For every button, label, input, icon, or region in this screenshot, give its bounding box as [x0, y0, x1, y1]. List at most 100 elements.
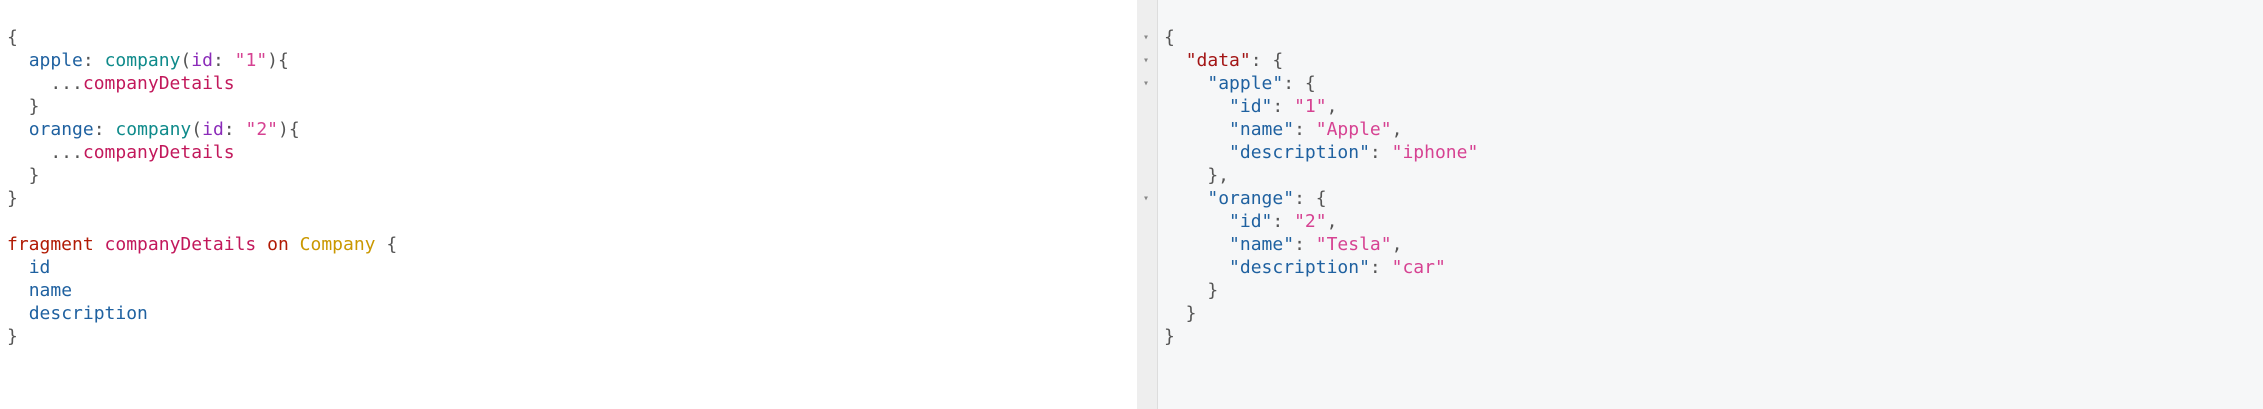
result-token	[1164, 234, 1229, 255]
query-token: ){	[278, 119, 300, 140]
query-token	[7, 119, 29, 140]
result-token	[1164, 50, 1186, 71]
graphiql-app: { apple: company(id: "1"){ ...companyDet…	[0, 0, 2263, 409]
query-line[interactable]: id	[7, 256, 397, 279]
result-token: {	[1164, 27, 1175, 48]
query-editor[interactable]: { apple: company(id: "1"){ ...companyDet…	[0, 0, 1137, 409]
result-token	[1164, 96, 1229, 117]
query-token: }	[7, 188, 18, 209]
query-token: ...	[7, 73, 83, 94]
result-line: "id": "1",	[1164, 95, 1478, 118]
query-token: }	[7, 326, 18, 347]
query-token: company	[104, 50, 181, 71]
result-token: :	[1369, 142, 1392, 163]
result-token: "iphone"	[1391, 142, 1479, 163]
query-line[interactable]: description	[7, 302, 397, 325]
query-line[interactable]: fragment companyDetails on Company {	[7, 233, 397, 256]
query-token: on	[267, 234, 289, 255]
result-token: "car"	[1391, 257, 1446, 278]
query-line[interactable]: }	[7, 164, 397, 187]
query-line[interactable]: ...companyDetails	[7, 72, 397, 95]
query-token: apple	[28, 50, 83, 71]
result-token	[1164, 73, 1207, 94]
result-gutter: ▾ ▾ ▾ ▾	[1137, 0, 1158, 409]
query-token: }	[7, 165, 40, 186]
query-line[interactable]: }	[7, 325, 397, 348]
result-token: "description"	[1229, 257, 1370, 278]
result-token: :	[1369, 257, 1392, 278]
fold-toggle-icon[interactable]: ▾	[1143, 72, 1153, 95]
query-line[interactable]	[7, 210, 397, 233]
result-token: ,	[1391, 119, 1403, 140]
query-token: fragment	[7, 234, 94, 255]
query-token	[289, 234, 300, 255]
query-line[interactable]: {	[7, 26, 397, 49]
result-token: }	[1164, 326, 1175, 347]
query-code[interactable]: { apple: company(id: "1"){ ...companyDet…	[7, 26, 397, 348]
query-line[interactable]: }	[7, 187, 397, 210]
query-token: "1"	[234, 50, 268, 71]
result-token: "Tesla"	[1315, 234, 1392, 255]
result-line: {	[1164, 26, 1478, 49]
result-token: :	[1272, 211, 1295, 232]
result-line: "description": "car"	[1164, 256, 1478, 279]
fold-toggle-icon[interactable]: ▾	[1143, 26, 1153, 49]
query-token	[256, 234, 267, 255]
query-line[interactable]: }	[7, 95, 397, 118]
result-token: "Apple"	[1315, 119, 1392, 140]
query-line[interactable]: apple: company(id: "1"){	[7, 49, 397, 72]
result-token: "description"	[1229, 142, 1370, 163]
result-line: "id": "2",	[1164, 210, 1478, 233]
query-line[interactable]: orange: company(id: "2"){	[7, 118, 397, 141]
query-token: :	[82, 50, 105, 71]
result-token: },	[1164, 165, 1230, 186]
result-token: "apple"	[1207, 73, 1284, 94]
result-line: },	[1164, 164, 1478, 187]
result-line: }	[1164, 302, 1478, 325]
query-token: id	[28, 257, 51, 278]
result-token	[1164, 211, 1229, 232]
result-token: : {	[1283, 73, 1316, 94]
query-token	[7, 303, 29, 324]
result-token: :	[1294, 119, 1316, 140]
result-token: }	[1164, 303, 1197, 324]
result-token: ,	[1391, 234, 1403, 255]
result-line: "name": "Apple",	[1164, 118, 1478, 141]
result-token: :	[1294, 234, 1316, 255]
query-token: orange	[28, 119, 94, 140]
query-line[interactable]: name	[7, 279, 397, 302]
query-token	[7, 280, 29, 301]
result-token: "id"	[1229, 211, 1273, 232]
result-line: "name": "Tesla",	[1164, 233, 1478, 256]
result-code: { "data": { "apple": { "id": "1", "name"…	[1164, 26, 1478, 348]
query-token: name	[28, 280, 73, 301]
query-token: companyDetails	[82, 73, 235, 94]
result-token	[1164, 188, 1207, 209]
result-token: : {	[1250, 50, 1284, 71]
query-token	[7, 257, 29, 278]
query-token	[7, 50, 29, 71]
query-line[interactable]: ...companyDetails	[7, 141, 397, 164]
result-line: }	[1164, 279, 1478, 302]
query-token: (	[191, 119, 203, 140]
fold-toggle-icon[interactable]: ▾	[1143, 187, 1153, 210]
result-token: ,	[1326, 211, 1338, 232]
query-token: description	[28, 303, 148, 324]
result-token: "1"	[1294, 96, 1327, 117]
fold-toggle-icon[interactable]: ▾	[1143, 49, 1153, 72]
result-token	[1164, 142, 1229, 163]
result-token	[1164, 257, 1229, 278]
query-token: (	[180, 50, 192, 71]
query-token: id	[202, 119, 224, 140]
result-line: "data": {	[1164, 49, 1478, 72]
query-token: ){	[267, 50, 289, 71]
result-line: "orange": {	[1164, 187, 1478, 210]
result-token: "orange"	[1207, 188, 1295, 209]
query-token: ...	[7, 142, 83, 163]
result-viewer: ▾ ▾ ▾ ▾ { "data": { "apple": { "id": "1", "…	[1137, 0, 2263, 409]
query-token: company	[115, 119, 192, 140]
result-token: }	[1164, 280, 1219, 301]
result-token: :	[1272, 96, 1295, 117]
result-token: "name"	[1229, 234, 1295, 255]
query-token: {	[7, 27, 18, 48]
